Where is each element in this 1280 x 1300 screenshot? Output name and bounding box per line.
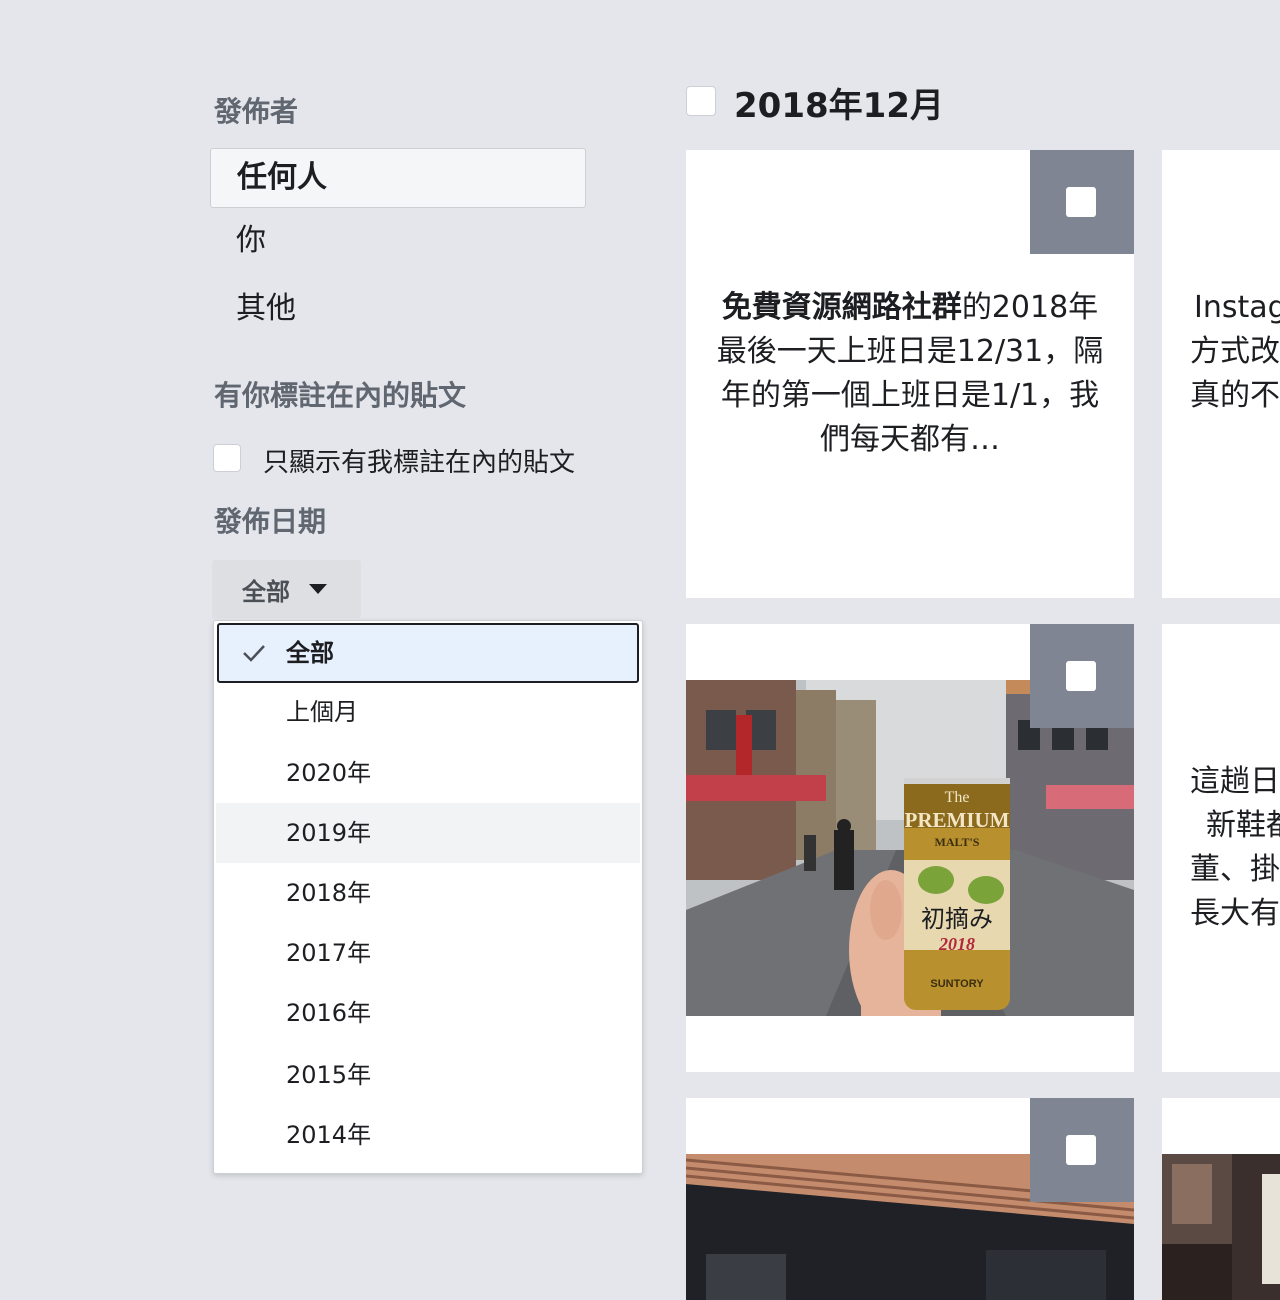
- publisher-option-you[interactable]: 你: [210, 212, 586, 272]
- date-option-2019[interactable]: 2019年: [216, 803, 640, 863]
- post-author-name: 免費資源網路社群: [721, 290, 962, 325]
- date-option-2015[interactable]: 2015年: [216, 1045, 640, 1105]
- date-option-label: 全部: [286, 639, 334, 667]
- publisher-option-anyone[interactable]: 任何人: [210, 148, 586, 208]
- post-card[interactable]: Instag 方式改 真的不: [1162, 150, 1280, 598]
- post-select-toggle[interactable]: [1030, 624, 1134, 728]
- post-text-line: 真的不: [1190, 378, 1280, 413]
- post-text-line: 董、掛: [1190, 852, 1280, 887]
- post-card[interactable]: 免費資源網路社群的2018年最後一天上班日是12/31，隔年的第一個上班日是1/…: [686, 150, 1134, 598]
- tagged-only-label: 只顯示有我標註在內的貼文: [263, 448, 576, 478]
- post-select-toggle[interactable]: [1030, 150, 1134, 254]
- post-card[interactable]: [686, 1098, 1134, 1300]
- can-lettering: PREMIUM: [905, 808, 1010, 832]
- date-option-2018[interactable]: 2018年: [216, 863, 640, 923]
- caret-down-icon: [309, 584, 327, 594]
- date-option-all[interactable]: 全部: [217, 623, 639, 683]
- post-text-line: 新鞋都: [1206, 808, 1280, 843]
- post-card[interactable]: 這趟日 新鞋都 董、掛 長大有: [1162, 624, 1280, 1072]
- post-photo-beer: The PREMIUM MALT'S 初摘み 2018 SUNTORY: [686, 680, 1134, 1016]
- post-text: 免費資源網路社群的2018年最後一天上班日是12/31，隔年的第一個上班日是1/…: [716, 286, 1104, 462]
- month-select-checkbox[interactable]: [686, 86, 716, 116]
- post-select-checkbox[interactable]: [1066, 187, 1096, 217]
- post-text-line: 這趟日: [1190, 764, 1280, 799]
- date-dropdown-button[interactable]: 全部: [212, 560, 361, 618]
- date-option-last-month[interactable]: 上個月: [216, 682, 640, 742]
- publisher-option-others[interactable]: 其他: [210, 280, 586, 340]
- post-photo-street: [1162, 1154, 1280, 1300]
- date-option-2020[interactable]: 2020年: [216, 743, 640, 803]
- date-section-title: 發佈日期: [214, 505, 327, 538]
- post-card[interactable]: The PREMIUM MALT'S 初摘み 2018 SUNTORY: [686, 624, 1134, 1072]
- date-option-2017[interactable]: 2017年: [216, 923, 640, 983]
- post-card[interactable]: [1162, 1098, 1280, 1300]
- date-option-2014[interactable]: 2014年: [216, 1105, 640, 1165]
- post-text-line: 長大有: [1190, 896, 1280, 931]
- date-dropdown-menu: 全部 上個月 2020年 2019年 2018年 2017年 2016年 201…: [213, 620, 643, 1174]
- tagged-section-title: 有你標註在內的貼文: [214, 379, 467, 412]
- post-text-line: Instag: [1194, 290, 1280, 325]
- can-lettering: 2018: [938, 934, 975, 954]
- post-text-line: 方式改: [1190, 334, 1280, 369]
- can-lettering: SUNTORY: [930, 978, 984, 990]
- date-dropdown-label: 全部: [242, 577, 290, 606]
- date-option-2016[interactable]: 2016年: [216, 983, 640, 1043]
- post-select-toggle[interactable]: [1030, 1098, 1134, 1202]
- can-lettering: 初摘み: [921, 905, 993, 933]
- tagged-only-checkbox[interactable]: [213, 444, 241, 472]
- month-heading: 2018年12月: [734, 86, 944, 126]
- post-select-checkbox[interactable]: [1066, 661, 1096, 691]
- can-lettering: The: [945, 789, 970, 806]
- can-lettering: MALT'S: [935, 835, 980, 849]
- post-select-checkbox[interactable]: [1066, 1135, 1096, 1165]
- publisher-section-title: 發佈者: [214, 95, 299, 128]
